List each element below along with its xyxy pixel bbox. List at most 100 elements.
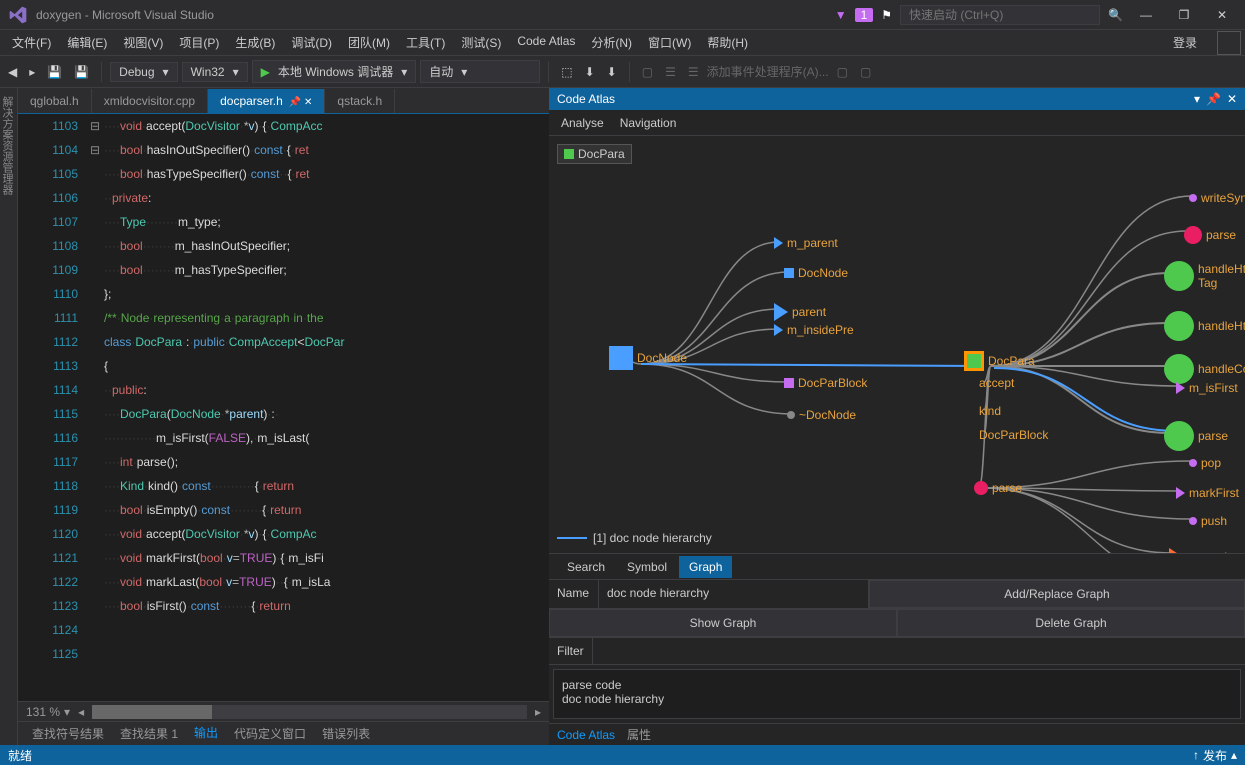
platform-combo[interactable]: Win32▾ (182, 62, 248, 82)
property-tabs: Code Atlas 属性 (549, 723, 1245, 745)
graph-node-handlehtn[interactable]: handleHtn (1164, 311, 1245, 341)
save-icon[interactable]: 💾 (43, 61, 66, 83)
toolbar-icon-3[interactable]: ⬇ (603, 61, 621, 83)
menu-调试(D)[interactable]: 调试(D) (283, 30, 340, 55)
atlas-close-icon[interactable]: ✕ (1227, 92, 1237, 106)
graph-node-parse2[interactable]: parse (974, 481, 1022, 495)
flag-icon[interactable]: ⚑ (881, 8, 892, 22)
search-tab[interactable]: Search (557, 556, 615, 578)
graph-node-m_insidepre[interactable]: m_insidePre (774, 323, 854, 337)
toolbar-icon-1[interactable]: ⬚ (557, 61, 576, 83)
code-editor[interactable]: 1103110411051106110711081109111011111112… (18, 114, 549, 701)
graph-node-destructor[interactable]: ~DocNode (787, 408, 856, 422)
menu-工具(T)[interactable]: 工具(T) (398, 30, 453, 55)
menu-分析(N)[interactable]: 分析(N) (583, 30, 640, 55)
debugger-button[interactable]: ▶本地 Windows 调试器▾ (252, 60, 417, 83)
menu-团队(M)[interactable]: 团队(M) (340, 30, 398, 55)
file-tab[interactable]: xmldocvisitor.cpp (92, 89, 208, 113)
graph-node-handlecol[interactable]: handleCo (1164, 354, 1245, 384)
menu-编辑(E)[interactable]: 编辑(E) (59, 30, 115, 55)
atlas-menu-item[interactable]: Analyse (561, 116, 604, 130)
menu-窗口(W)[interactable]: 窗口(W) (640, 30, 699, 55)
add-replace-button[interactable]: Add/Replace Graph (869, 580, 1245, 608)
user-icon[interactable] (1217, 31, 1241, 55)
menu-Code Atlas[interactable]: Code Atlas (509, 30, 583, 55)
output-tab[interactable]: 查找结果 1 (112, 721, 186, 746)
statusbar: 就绪 ↑ 发布 ▴ (0, 745, 1245, 765)
delete-graph-button[interactable]: Delete Graph (897, 609, 1245, 637)
window-title: doxygen - Microsoft Visual Studio (36, 8, 835, 22)
graph-node-parse4[interactable]: parse (1164, 421, 1228, 451)
output-tab[interactable]: 输出 (186, 720, 226, 747)
file-tab[interactable]: qglobal.h (18, 89, 92, 113)
graph-node-push[interactable]: push (1189, 514, 1227, 528)
toolbar-icon-7: ▢ (833, 61, 852, 83)
prop-tab[interactable]: Code Atlas (557, 728, 615, 742)
menu-视图(V)[interactable]: 视图(V) (115, 30, 171, 55)
graph-node-docpara[interactable]: DocPara (964, 351, 1035, 371)
toolbar-icon-4: ▢ (638, 61, 657, 83)
search-tabs: SearchSymbolGraph (549, 554, 1245, 580)
graph-node-m_parent[interactable]: m_parent (774, 236, 838, 250)
horizontal-scrollbar[interactable] (92, 705, 527, 719)
graph-node-parent[interactable]: parent (774, 303, 826, 321)
atlas-header: Code Atlas ▾ 📌 ✕ (549, 88, 1245, 110)
graph-node-parse3[interactable]: parse (1184, 226, 1236, 244)
minimize-button[interactable]: — (1131, 5, 1161, 25)
show-graph-button[interactable]: Show Graph (549, 609, 897, 637)
menu-生成(B)[interactable]: 生成(B) (227, 30, 283, 55)
filter-count[interactable]: 1 (855, 8, 874, 22)
graph-node-docnode2[interactable]: DocNode (784, 266, 848, 280)
toolbar-icon-2[interactable]: ⬇ (581, 61, 599, 83)
graph-node-pop[interactable]: pop (1189, 456, 1221, 470)
menu-文件(F)[interactable]: 文件(F) (4, 30, 59, 55)
menu-测试(S)[interactable]: 测试(S) (453, 30, 509, 55)
output-tab[interactable]: 错误列表 (314, 721, 378, 746)
atlas-pin-icon[interactable]: 📌 (1206, 92, 1221, 106)
zoom-level[interactable]: 131 % (26, 705, 60, 719)
output-tab[interactable]: 查找符号结果 (24, 721, 112, 746)
search-icon[interactable]: 🔍 (1108, 8, 1123, 22)
publish-button[interactable]: 发布 (1203, 747, 1227, 764)
name-input[interactable]: doc node hierarchy (599, 580, 869, 608)
maximize-button[interactable]: ❐ (1169, 5, 1199, 25)
graph-node-docparblock2[interactable]: DocParBlock (979, 428, 1048, 442)
file-tab[interactable]: qstack.h (325, 89, 395, 113)
file-tab[interactable]: docparser.h📌 ✕ (208, 89, 325, 113)
graph-canvas[interactable]: DocPara DocNode m_parent DocNode parent m_in… (549, 136, 1245, 553)
toolbar-icon-6: ☰ (684, 61, 703, 83)
config-combo[interactable]: Debug▾ (110, 62, 177, 82)
menu-项目(P)[interactable]: 项目(P) (171, 30, 227, 55)
graph-node-markfirst[interactable]: markFirst (1176, 486, 1239, 500)
atlas-menu-item[interactable]: Navigation (620, 116, 677, 130)
atlas-dropdown-icon[interactable]: ▾ (1194, 92, 1200, 106)
search-tab[interactable]: Symbol (617, 556, 677, 578)
graph-node-handlehtntag[interactable]: handleHtnTag (1164, 261, 1245, 291)
graph-node-m_isfirst[interactable]: m_isFirst (1176, 381, 1238, 395)
prop-tab[interactable]: 属性 (627, 726, 651, 743)
filter-icon[interactable]: ▼ (835, 8, 847, 22)
graph-node-writesyno[interactable]: writeSyno (1189, 191, 1245, 205)
menu-帮助(H)[interactable]: 帮助(H) (699, 30, 756, 55)
toolbar-icon-5: ☰ (661, 61, 680, 83)
file-tab-row: qglobal.hxmldocvisitor.cppdocparser.h📌 ✕… (18, 88, 549, 114)
forward-button[interactable]: ▸ (25, 61, 39, 83)
save-all-icon[interactable]: 💾 (70, 61, 93, 83)
quick-launch-input[interactable] (900, 5, 1100, 25)
output-tabs: 查找符号结果查找结果 1输出代码定义窗口错误列表 (18, 721, 549, 745)
process-combo[interactable]: 自动▾ (420, 60, 540, 83)
graph-node-docnode[interactable]: DocNode (609, 346, 687, 370)
publish-arrow-icon[interactable]: ↑ (1193, 748, 1199, 762)
graph-node-accept[interactable]: accept (979, 376, 1014, 390)
graph-tag: DocPara (557, 144, 632, 164)
back-button[interactable]: ◀ (4, 61, 21, 83)
search-tab[interactable]: Graph (679, 556, 732, 578)
login-button[interactable]: 登录 (1161, 30, 1209, 55)
graph-node-kind[interactable]: kind (979, 404, 1001, 418)
solution-explorer-tab[interactable]: 解决方案资源管理器 (0, 88, 18, 745)
close-button[interactable]: ✕ (1207, 5, 1237, 25)
output-tab[interactable]: 代码定义窗口 (226, 721, 314, 746)
graph-node-append[interactable]: append (1169, 548, 1227, 553)
filter-list[interactable]: parse codedoc node hierarchy (553, 669, 1241, 719)
graph-node-docparblock[interactable]: DocParBlock (784, 376, 867, 390)
